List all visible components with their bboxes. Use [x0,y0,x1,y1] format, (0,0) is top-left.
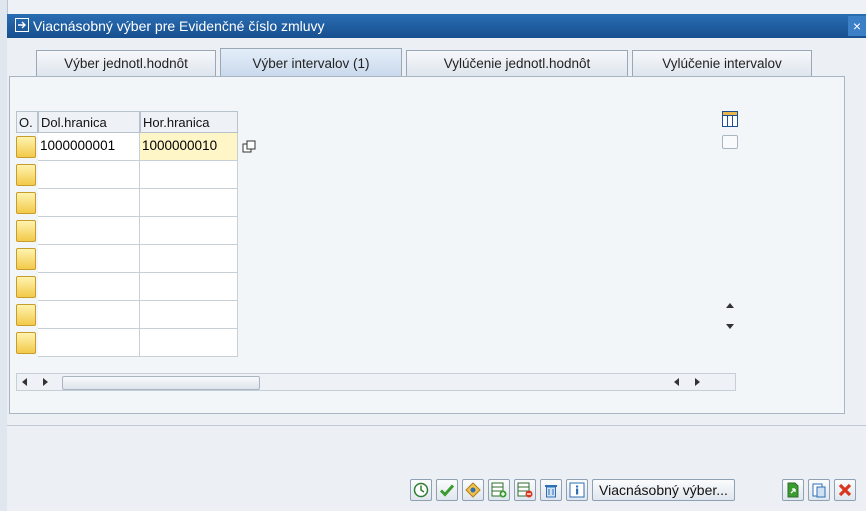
multiple-selection-button[interactable]: Viacnásobný výber... [592,479,735,501]
scroll-right-icon[interactable] [692,377,702,387]
lower-bound-input[interactable] [38,245,140,273]
pattern-search-button[interactable] [462,479,484,501]
dialog-titlebar: Viacnásobný výber pre Evidenčné číslo zm… [7,14,866,38]
row-option-button[interactable] [16,332,36,354]
tab-label: Výber intervalov (1) [252,56,370,71]
clock-execute-icon [413,482,429,498]
divider [7,425,866,426]
row-option-button[interactable] [16,164,36,186]
scroll-left-icon[interactable] [672,377,682,387]
lower-bound-input[interactable] [38,273,140,301]
lower-bound-input[interactable] [38,189,140,217]
insert-row-icon [491,482,507,498]
row-option-button[interactable] [16,220,36,242]
tab-exclude-single-values[interactable]: Vylúčenie jednotl.hodnôt [406,50,628,77]
execute-button[interactable] [410,479,432,501]
upper-bound-input[interactable]: 1000000010 [140,133,238,161]
lower-bound-input[interactable] [38,329,140,357]
cancel-x-icon [838,483,852,497]
table-settings-icon[interactable] [722,111,738,127]
column-header-lower[interactable]: Dol.hranica [38,111,140,133]
row-option-button[interactable] [16,304,36,326]
diamond-pattern-icon [465,482,481,498]
delete-row-icon [517,482,533,498]
lower-bound-input[interactable] [38,301,140,329]
insert-row-button[interactable] [488,479,510,501]
window-background: Viacnásobný výber pre Evidenčné číslo zm… [0,0,866,511]
lower-bound-input[interactable] [38,161,140,189]
tab-label: Vylúčenie jednotl.hodnôt [443,56,591,71]
upload-icon [787,482,799,498]
tab-label: Vylúčenie intervalov [662,56,782,71]
upper-bound-input[interactable] [140,161,238,189]
info-icon [569,482,585,498]
vertical-scrollbar[interactable] [722,135,738,337]
scroll-up-icon[interactable] [725,301,735,311]
info-button[interactable] [566,479,588,501]
row-option-button[interactable] [16,248,36,270]
vertical-scroll-thumb[interactable] [722,135,738,149]
clipboard-icon [812,483,826,498]
lower-bound-input[interactable]: 1000000001 [38,133,140,161]
dialog-title: Viacnásobný výber pre Evidenčné číslo zm… [33,18,325,34]
paste-clipboard-button[interactable] [808,479,830,501]
tab-label: Výber jednotl.hodnôt [64,56,188,71]
scroll-right-icon[interactable] [40,377,50,387]
close-icon[interactable]: × [848,16,866,36]
delete-row-button[interactable] [514,479,536,501]
lower-bound-input[interactable] [38,217,140,245]
copy-icon[interactable] [242,140,256,154]
tab-exclude-ranges[interactable]: Vylúčenie intervalov [632,50,812,77]
trash-icon [545,485,557,498]
tab-single-values[interactable]: Výber jednotl.hodnôt [36,50,216,77]
column-header-upper[interactable]: Hor.hranica [140,111,238,133]
upper-bound-input[interactable] [140,301,238,329]
cancel-button[interactable] [834,479,856,501]
horizontal-scroll-thumb[interactable] [62,376,260,390]
row-option-button[interactable] [16,192,36,214]
accept-button[interactable] [436,479,458,501]
tab-ranges[interactable]: Výber intervalov (1) [220,48,402,77]
upper-bound-input[interactable] [140,245,238,273]
tab-panel: O. Dol.hranica Hor.hranica 1000000001 100… [9,76,845,414]
delete-all-button[interactable] [540,479,562,501]
upper-bound-input[interactable] [140,273,238,301]
upper-bound-input[interactable] [140,329,238,357]
row-option-button[interactable] [16,276,36,298]
tab-strip: Výber jednotl.hodnôt Výber intervalov (1… [24,48,824,77]
row-option-button[interactable] [16,136,36,158]
upper-bound-input[interactable] [140,189,238,217]
upper-bound-input[interactable] [140,217,238,245]
upload-button[interactable] [782,479,804,501]
column-header-option[interactable]: O. [16,111,38,133]
horizontal-scrollbar[interactable] [16,373,736,391]
scroll-down-icon[interactable] [725,321,735,331]
dialog-window-icon [15,18,29,32]
checkmark-icon [439,484,455,497]
scroll-left-icon[interactable] [20,377,30,387]
